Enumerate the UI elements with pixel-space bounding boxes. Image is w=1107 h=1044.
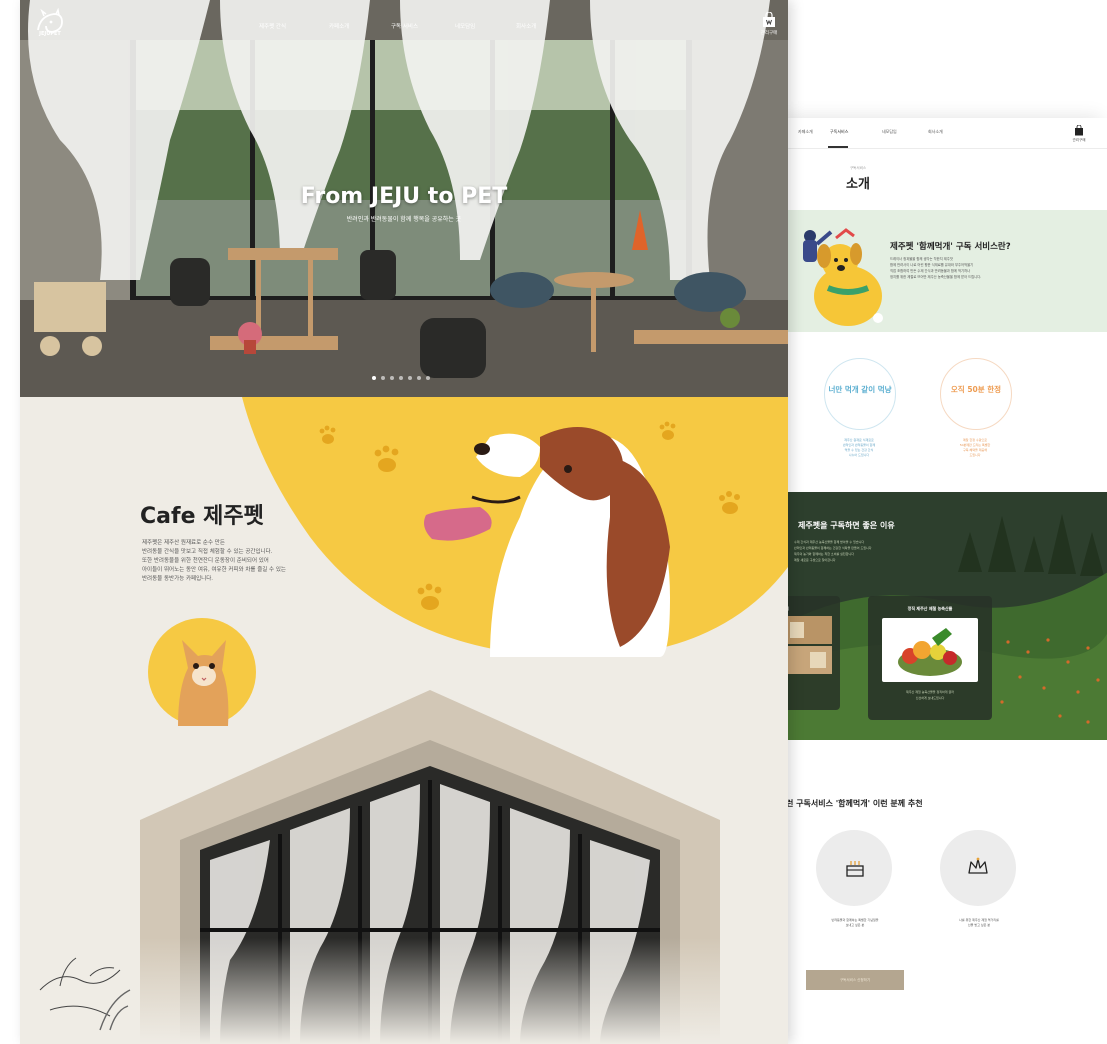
intro-line: 직접 조합하여 만든 수제 간식과 반려동물과 함께 먹기까나 <box>890 269 971 273</box>
subscription-page-preview: 카페소개 구독서비스 네모담임 회사소개 관리구매 구독서비스 소개 제주펫 '… <box>788 118 1107 1044</box>
reason-card-label: 정직 제주산 제철 농축산물 <box>907 606 953 611</box>
feature-note-line: 나누어 드립니다 <box>848 453 870 457</box>
slide-dot[interactable] <box>390 376 394 380</box>
vegetables-illustration <box>898 628 962 676</box>
recommend-circle-gift <box>940 830 1016 906</box>
feature-note-limited: 매달 한정 수량으로 50분께만 드리는 특별한 구독 혜택을 제공해 드립니다 <box>920 438 1030 458</box>
intro-line: 정지를 위한 제철로 뜨어만 제주산 농축산물을 함께 받아 드립니다. <box>890 275 982 279</box>
reasons-heading: 제주펫을 구독하면 좋은 이유 <box>798 521 895 530</box>
reasons-line: 반려인과 반려동물이 함께하는 건강한 식탁을 만들어 드립니다 <box>794 546 872 550</box>
sub-nav-item-cafe[interactable]: 카페소개 <box>798 129 813 135</box>
produce-photo <box>882 618 978 682</box>
shopping-bag-icon[interactable] <box>762 12 776 28</box>
nav-item-subscription[interactable]: 구독 서비스 <box>391 22 418 30</box>
feature-label: 너만 먹개 같이 먹냥 <box>828 385 892 394</box>
sub-page-title: 소개 <box>846 177 870 192</box>
recommend-heading: 런 구독서비스 '함께먹개' 이런 분께 추천 <box>788 799 923 808</box>
cafe-description-line: 아이들이 뛰어노는 동안 여유, 여유한 커피와 차를 즐길 수 있는 <box>142 567 286 573</box>
dog-and-kids-illustration <box>803 228 883 326</box>
slide-dot[interactable] <box>426 376 430 380</box>
cafe-main-page: JEJUPET 제주펫 간식 카페소개 구독 서비스 네모담임 회사소개 관리구… <box>20 0 788 1044</box>
branch-sketch <box>39 957 131 1031</box>
cafe-building-photo <box>120 690 760 1044</box>
cake-icon <box>846 861 864 877</box>
sub-cart-label: 관리구매 <box>1072 138 1086 142</box>
reasons-line: 수제 간식과 제주산 농축산물을 함께 받아볼 수 있습니다 <box>794 540 865 544</box>
logo-text[interactable]: JEJUPET <box>28 31 72 37</box>
sub-nav-bar: 카페소개 구독서비스 네모담임 회사소개 관리구매 <box>788 118 1107 149</box>
feature-note-together: 제주산 원재료 식재료로 반려인과 반려동물이 함께 먹을 수 있는 건강 간식… <box>804 438 914 458</box>
recommend-line: 보내고 싶은 분 <box>845 923 865 927</box>
reason-card-snacks: 간식 <box>788 596 840 710</box>
cafe-description-line: 반려동물 간식을 맛보고 직접 체험할 수 있는 공간입니다. <box>142 549 273 555</box>
reason-card-produce: 정직 제주산 제철 농축산물 제주산 제철 농축산물을 정직하게 골라 신선하게… <box>868 596 992 720</box>
shopping-bag-icon[interactable] <box>1074 125 1084 136</box>
hero-subtitle: 반려인과 반려동물이 함께 행복을 공유하는 곳 <box>346 216 462 223</box>
sub-nav-item-class[interactable]: 네모담임 <box>882 129 897 135</box>
intro-line: 함께 반려사이 나로 어린 평준 식재료를 유대와 부주어먹을기 <box>890 263 974 267</box>
nav-item-company[interactable]: 회사소개 <box>516 22 536 30</box>
cafe-description-line: 제주펫은 제주산 원재료로 순수 만든 <box>142 540 225 546</box>
slide-dot[interactable] <box>372 376 376 380</box>
nav-item-cafe[interactable]: 카페소개 <box>329 22 349 30</box>
sub-nav-item-subscription[interactable]: 구독서비스 <box>830 129 848 135</box>
slide-dot[interactable] <box>417 376 421 380</box>
hero-title: From JEJU to PET <box>300 184 508 209</box>
active-nav-underline <box>828 146 848 148</box>
slide-dot[interactable] <box>408 376 412 380</box>
cafe-title: Cafe 제주펫 <box>140 504 264 529</box>
feature-circle-together: 너만 먹개 같이 먹냥 <box>824 358 896 430</box>
reasons-line: 제주의 농가와 함께하는 착한 소비를 실천합니다 <box>794 552 854 556</box>
recommend-text-celebration: 반려동물과 함께하는 특별한 기념일을 보내고 싶은 분 <box>800 918 910 928</box>
slide-dot[interactable] <box>399 376 403 380</box>
recommend-circle-celebration <box>816 830 892 906</box>
subscription-intro-section: 제주펫 '함께먹개' 구독 서비스란? 드레이너 청과물을 함께 생각는 착한지… <box>788 210 1107 332</box>
slide-dot[interactable] <box>381 376 385 380</box>
intro-line: 드레이너 청과물을 함께 생각는 착한지 제주맛 <box>890 257 953 261</box>
reasons-line: 매달 새로운 구성으로 찾아갑니다 <box>794 558 836 562</box>
sub-nav-item-company[interactable]: 회사소개 <box>928 129 943 135</box>
cafe-description-line: 반려동물 동반가능 카페입니다. <box>142 576 214 582</box>
feature-note-line: 드립니다 <box>969 453 981 457</box>
reason-card-line: 신선하게 보내드립니다 <box>915 696 945 700</box>
feature-circle-limited: 오직 50분 한정 <box>940 358 1012 430</box>
cafe-description-line: 또한 반려동물을 위한 천연잔디 운동장이 준비되어 있어 <box>142 558 269 564</box>
hero-banner: JEJUPET 제주펫 간식 카페소개 구독 서비스 네모담임 회사소개 관리구… <box>20 0 788 397</box>
reasons-section: 제주펫을 구독하면 좋은 이유 수제 간식과 제주산 농축산물을 함께 받아볼 … <box>788 492 1107 740</box>
crown-icon <box>968 857 988 874</box>
slide-indicator <box>372 376 442 382</box>
cart-label[interactable]: 관리구매 <box>754 30 784 36</box>
intro-heading: 제주펫 '함께먹개' 구독 서비스란? <box>890 242 1011 252</box>
recommend-line: 선물 받고 싶은 분 <box>967 923 991 927</box>
recommend-text-gift: 나를 위한 제주산 제철 먹거리를 선물 받고 싶은 분 <box>924 918 1034 928</box>
reason-card-label: 간식 <box>788 606 789 612</box>
nav-item-class[interactable]: 네모담임 <box>455 22 475 30</box>
yellow-dog-illustration <box>242 397 788 657</box>
snack-photo <box>788 616 832 674</box>
sub-page-kicker: 구독서비스 <box>849 166 867 170</box>
subscribe-button[interactable]: 구독서비스 신청하기 <box>806 970 904 990</box>
feature-label: 오직 50분 한정 <box>950 385 1002 394</box>
nav-item-snacks[interactable]: 제주펫 간식 <box>259 22 286 30</box>
reason-card-line: 제주산 제철 농축산물을 정직하게 골라 <box>906 690 954 694</box>
